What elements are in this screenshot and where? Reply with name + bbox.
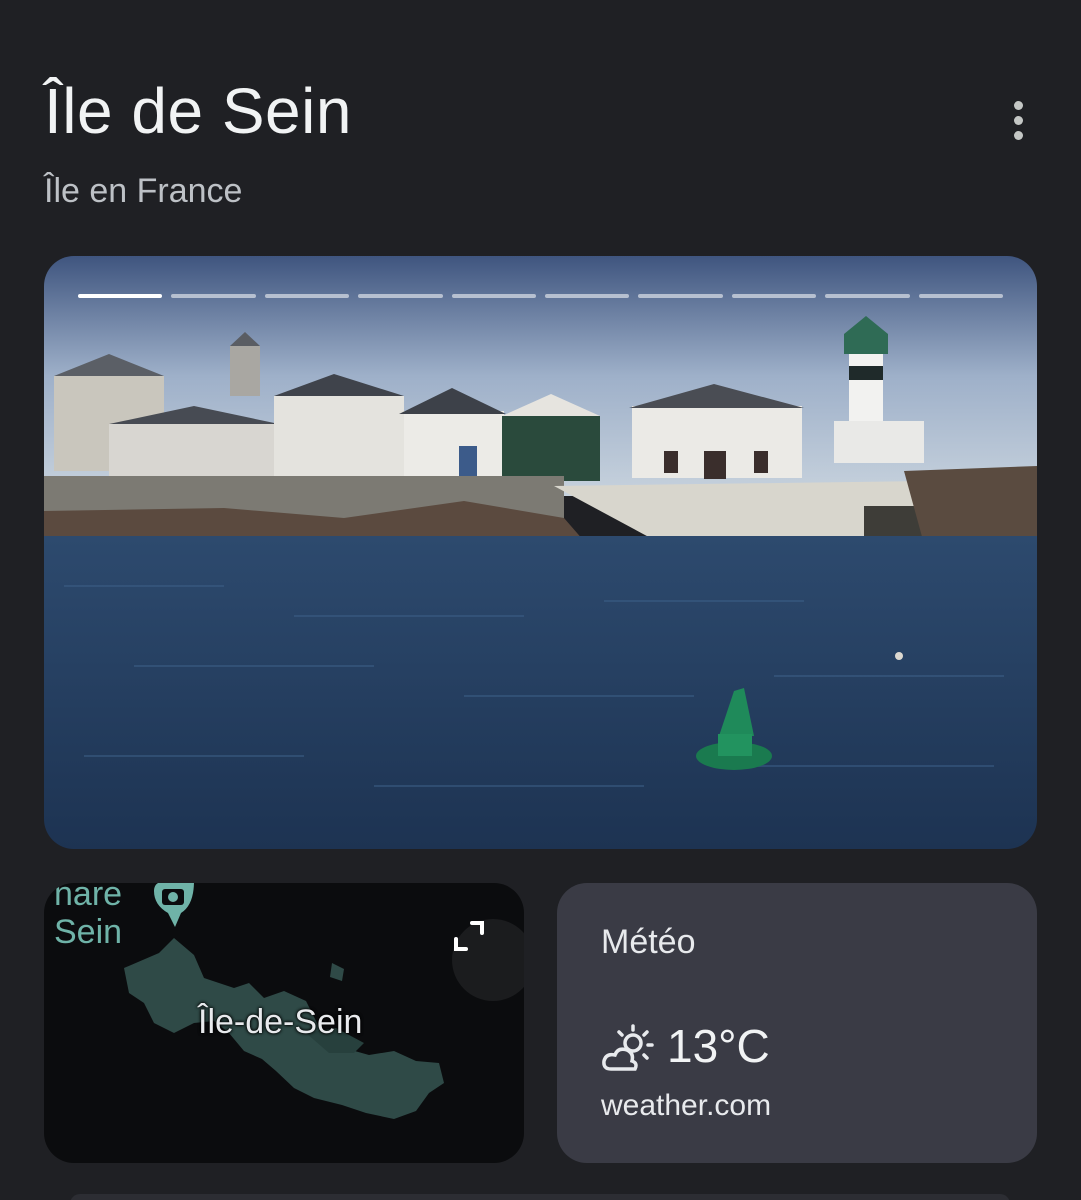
- map-place-label: Île-de-Sein: [198, 1003, 363, 1041]
- dot: [1013, 115, 1023, 125]
- weather-source-link[interactable]: weather.com: [601, 1089, 771, 1123]
- page-subtitle: Île en France: [44, 172, 243, 210]
- progress-segment: [731, 294, 817, 298]
- weather-temperature: 13°C: [667, 1020, 770, 1072]
- dot: [1013, 100, 1023, 110]
- next-card-peek: [70, 1194, 1010, 1200]
- more-options-icon[interactable]: [1000, 96, 1036, 144]
- expand-icon: [454, 921, 484, 951]
- partly-cloudy-icon: [602, 1024, 654, 1071]
- expand-map-button[interactable]: [452, 919, 524, 1001]
- weather-card[interactable]: Météo 13°C weather.com: [557, 883, 1037, 1163]
- progress-segment: [545, 294, 630, 298]
- progress-segment: [918, 294, 1004, 298]
- weather-label: Météo: [601, 923, 696, 961]
- map-card[interactable]: nare Sein Île-de-Sein: [44, 883, 524, 1163]
- knowledge-panel: Île de Sein Île en France nare Sein Île-…: [0, 0, 1081, 1200]
- map-poi-label: nare Sein: [54, 883, 123, 951]
- carousel-progress: [78, 294, 1004, 299]
- progress-segment: [451, 294, 537, 298]
- progress-segment: [264, 294, 350, 298]
- photo-carousel[interactable]: [44, 256, 1037, 849]
- progress-segment: [638, 294, 723, 298]
- harbor-photo: [44, 256, 1037, 849]
- progress-segment: [825, 294, 910, 298]
- progress-segment: [78, 294, 163, 298]
- page-title: Île de Sein: [44, 75, 352, 147]
- dot: [1013, 130, 1023, 140]
- progress-segment: [358, 294, 443, 298]
- progress-segment: [171, 294, 256, 298]
